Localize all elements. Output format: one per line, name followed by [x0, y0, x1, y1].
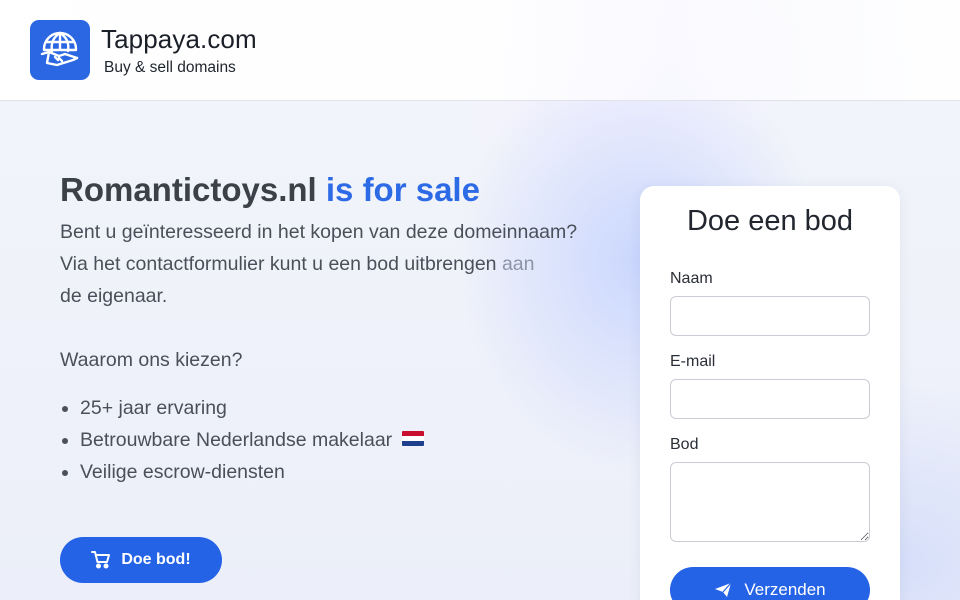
- intro-line-1: Bent u geïnteresseerd in het kopen van d…: [60, 221, 578, 243]
- form-title: Doe een bod: [686, 205, 854, 237]
- benefits-list: 25+ jaar ervaring Betrouwbare Nederlands…: [60, 392, 600, 488]
- submit-label: Verzenden: [744, 580, 826, 599]
- bid-field-wrapper: [640, 462, 900, 542]
- bid-label: Bod: [670, 436, 699, 453]
- globe-handshake-icon: [40, 31, 79, 67]
- make-offer-button[interactable]: Doe bod!: [60, 537, 222, 583]
- hero-section: Romantictoys.nl is for sale Bent u geïnt…: [60, 168, 600, 488]
- make-offer-label: Doe bod!: [121, 551, 191, 568]
- offer-form-card: Doe een bod Naam E-mail Bod Verzenden: [640, 186, 900, 600]
- intro-line-2-end: de eigenaar.: [60, 285, 168, 307]
- site-header: Tappaya.com Buy & sell domains: [0, 0, 960, 101]
- title-suffix: is for sale: [325, 171, 480, 208]
- benefit-label: 25+ jaar ervaring: [80, 397, 227, 419]
- email-field[interactable]: [670, 379, 870, 419]
- domain-name: Romantictoys.nl: [60, 171, 317, 208]
- benefit-label: Betrouwbare Nederlandse makelaar: [80, 429, 393, 451]
- intro-text: Bent u geïnteresseerd in het kopen van d…: [60, 216, 590, 312]
- page-title: Romantictoys.nl is for sale: [60, 168, 600, 212]
- site-logo[interactable]: [30, 20, 90, 80]
- name-field[interactable]: [670, 296, 870, 336]
- brand-tagline: Buy & sell domains: [104, 59, 236, 76]
- submit-button[interactable]: Verzenden: [670, 567, 870, 600]
- brand-name[interactable]: Tappaya.com: [101, 24, 257, 55]
- intro-line-2: Via het contactformulier kunt u een bod …: [60, 253, 497, 275]
- list-item: Veilige escrow-diensten: [60, 456, 600, 488]
- cart-icon: [91, 551, 111, 569]
- paper-plane-icon: [715, 582, 732, 597]
- benefit-label: Veilige escrow-diensten: [80, 461, 285, 483]
- dutch-flag-icon: [402, 431, 425, 447]
- bid-field[interactable]: [670, 462, 870, 542]
- name-label: Naam: [670, 270, 713, 287]
- list-item: 25+ jaar ervaring: [60, 392, 600, 424]
- list-item: Betrouwbare Nederlandse makelaar: [60, 424, 600, 456]
- why-heading: Waarom ons kiezen?: [60, 349, 243, 371]
- email-label: E-mail: [670, 353, 716, 370]
- intro-line-2-faded: aan: [501, 253, 535, 275]
